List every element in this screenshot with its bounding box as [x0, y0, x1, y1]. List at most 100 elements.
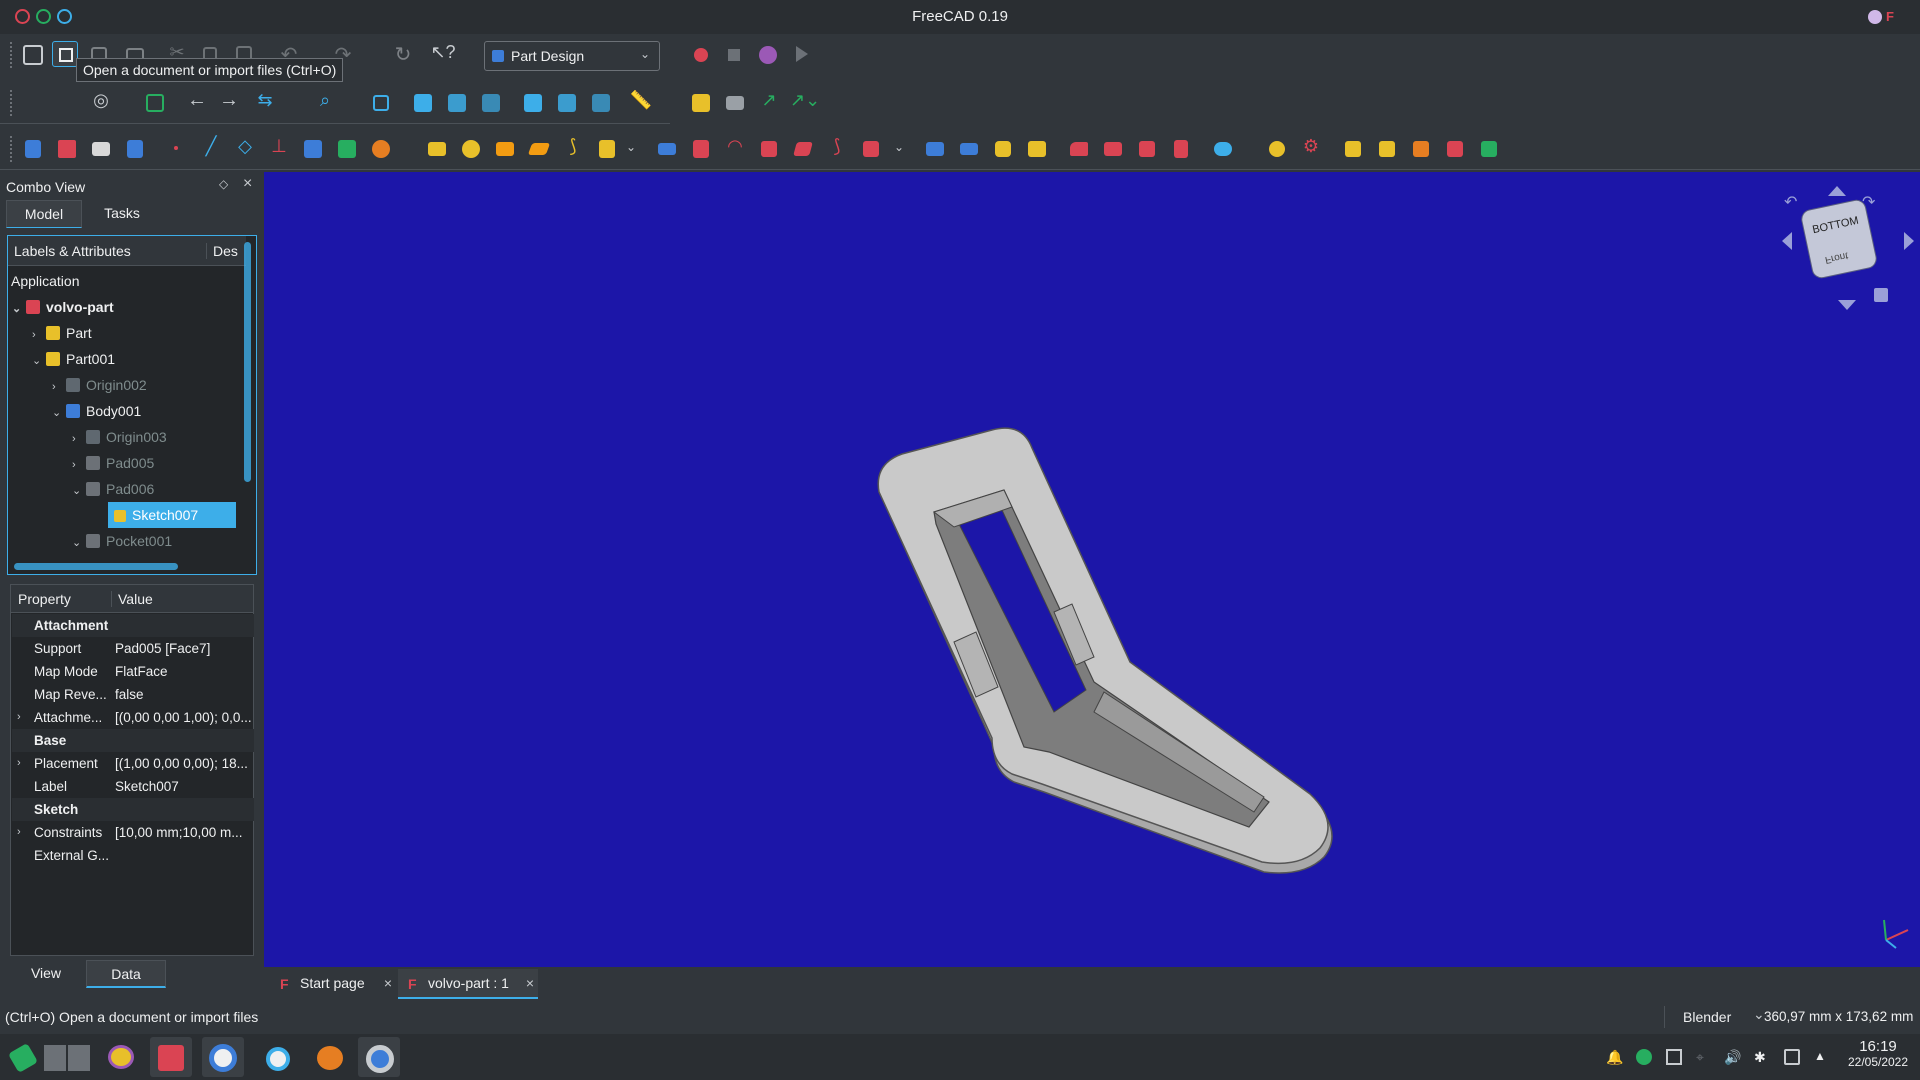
datum-plane-icon[interactable]: ◇ [232, 136, 258, 162]
subshape-binder-icon[interactable] [338, 140, 356, 158]
measure-icon[interactable]: 📏 [628, 90, 654, 116]
chevron-down-icon[interactable]: ⌄ [626, 140, 636, 154]
navigation-style-selector[interactable]: Blender ⌄ [1664, 1006, 1768, 1028]
chevron-down-icon[interactable]: ⌄ [32, 348, 46, 374]
bluetooth-icon[interactable]: ✱ [1754, 1049, 1770, 1065]
property-row-attachment-offset[interactable]: › Attachme... [(0,00 0,00 1,00); 0,0... [12, 706, 254, 729]
show-hidden-icons[interactable]: ▲ [1814, 1049, 1830, 1065]
rear-view-icon[interactable] [524, 94, 542, 112]
draft-icon[interactable] [1139, 141, 1155, 157]
chevron-right-icon[interactable]: › [72, 426, 86, 452]
property-header-name[interactable]: Property [18, 591, 71, 607]
subtractive-pipe-icon[interactable] [793, 142, 813, 156]
link-actions-icon[interactable]: ↗⌄ [790, 90, 820, 116]
shaft-wizard-icon[interactable] [1345, 141, 1361, 157]
sprocket-icon[interactable] [1269, 141, 1285, 157]
clipboard-icon[interactable] [1666, 1049, 1682, 1065]
tab-view[interactable]: View [6, 960, 86, 988]
tab-volvo-part[interactable]: F volvo-part : 1 × [398, 969, 538, 999]
notifications-icon[interactable]: 🔔 [1606, 1049, 1623, 1065]
tree-item-pad005[interactable]: › Pad005 [72, 450, 154, 476]
nav-right-arrow-icon[interactable] [1904, 232, 1914, 250]
property-value[interactable]: FlatFace [115, 660, 255, 683]
property-row-map-mode[interactable]: Map Mode FlatFace [12, 660, 254, 683]
thickness-icon[interactable] [1174, 140, 1188, 158]
property-row-constraints[interactable]: › Constraints [10,00 mm;10,00 m... [12, 821, 254, 844]
property-row-support[interactable]: Support Pad005 [Face7] [12, 637, 254, 660]
groove-icon[interactable]: ◠ [722, 136, 748, 162]
tree-item-origin002[interactable]: › Origin002 [52, 372, 147, 398]
clock[interactable]: 16:19 22/05/2022 [1838, 1038, 1918, 1069]
fem-fixed-icon[interactable] [1481, 141, 1497, 157]
linear-pattern-icon[interactable] [960, 143, 978, 155]
property-value[interactable]: [(1,00 0,00 0,00); 18... [115, 752, 255, 775]
chevron-down-icon[interactable]: ⌄ [52, 400, 66, 426]
fem-constraint-icon[interactable] [1379, 141, 1395, 157]
chevron-right-icon[interactable]: › [32, 322, 46, 348]
fem-bearing-icon[interactable] [1447, 141, 1463, 157]
left-view-icon[interactable] [592, 94, 610, 112]
tree-horizontal-scrollbar[interactable] [14, 563, 178, 570]
link-icon[interactable]: ↗ [756, 90, 782, 116]
isometric-view-icon[interactable] [373, 95, 389, 111]
tree-item-pad006[interactable]: ⌄ Pad006 [72, 476, 154, 502]
datum-line-icon[interactable]: ╱ [198, 136, 224, 162]
tab-model[interactable]: Model [6, 200, 82, 228]
tree-header-labels[interactable]: Labels & Attributes [14, 243, 131, 259]
chevron-right-icon[interactable]: › [17, 821, 21, 844]
chevron-right-icon[interactable]: › [52, 374, 66, 400]
refresh-icon[interactable]: ↻ [390, 42, 416, 68]
navigation-cube[interactable]: ↶ ↷ BOTTOM Front [1784, 186, 1894, 282]
chevron-down-icon[interactable]: ⌄ [12, 296, 26, 322]
multi-transform-icon[interactable] [1028, 141, 1046, 157]
select-filter-icon[interactable] [146, 94, 164, 112]
tree-vertical-scrollbar[interactable] [244, 242, 251, 482]
float-panel-icon[interactable]: ◇ [219, 177, 228, 191]
involute-gear-icon[interactable]: ⚙ [1298, 136, 1324, 162]
stop-macro-icon[interactable] [728, 49, 740, 61]
std-views-icon[interactable]: ◎ [88, 90, 114, 116]
updates-icon[interactable] [1636, 1049, 1652, 1065]
top-view-icon[interactable] [448, 94, 466, 112]
network-icon[interactable] [1784, 1049, 1800, 1065]
close-tab-icon[interactable]: × [526, 969, 534, 997]
chevron-down-icon[interactable]: ⌄ [894, 140, 904, 154]
create-sketch-icon[interactable] [58, 140, 76, 158]
pager-icon[interactable] [42, 1037, 90, 1077]
execute-macro-icon[interactable] [796, 46, 808, 62]
location-icon[interactable]: ⌖ [1696, 1049, 1712, 1065]
create-group-icon[interactable] [726, 96, 744, 110]
fem-force-icon[interactable] [1413, 141, 1429, 157]
tree-item-body001[interactable]: ⌄ Body001 [52, 398, 141, 424]
datum-point-icon[interactable] [174, 146, 178, 150]
additive-pipe-icon[interactable] [527, 143, 551, 155]
blender-task-icon[interactable] [308, 1037, 350, 1077]
bottom-view-icon[interactable] [558, 94, 576, 112]
rotate-left-icon[interactable]: ↶ [1784, 192, 1797, 212]
property-value[interactable]: Sketch007 [115, 775, 255, 798]
pad-icon[interactable] [428, 142, 446, 156]
property-category-attachment[interactable]: Attachment [12, 614, 254, 637]
tree-item-sketch007[interactable]: Sketch007 [108, 502, 236, 528]
nav-up-arrow-icon[interactable] [1828, 186, 1846, 196]
subtractive-primitive-icon[interactable] [863, 141, 879, 157]
tree-item-volvo-part[interactable]: ⌄ volvo-part [12, 294, 114, 320]
subtractive-loft-icon[interactable] [761, 141, 777, 157]
tree-item-part001[interactable]: ⌄ Part001 [32, 346, 115, 372]
chevron-right-icon[interactable]: › [17, 706, 21, 729]
create-part-icon[interactable] [692, 94, 710, 112]
close-tab-icon[interactable]: × [384, 969, 392, 997]
nav-left-arrow-icon[interactable] [1782, 232, 1792, 250]
property-row-placement[interactable]: › Placement [(1,00 0,00 0,00); 18... [12, 752, 254, 775]
workbench-selector[interactable]: Part Design ⌄ [484, 41, 660, 71]
property-row-label[interactable]: Label Sketch007 [12, 775, 254, 798]
3d-viewport[interactable]: ↶ ↷ BOTTOM Front [264, 172, 1920, 967]
browser-task-icon[interactable] [256, 1037, 298, 1077]
nav-cube-menu-icon[interactable] [1874, 288, 1888, 302]
chrome-task-icon[interactable] [358, 1037, 400, 1077]
whats-this-icon[interactable]: ↖? [430, 42, 456, 68]
front-view-icon[interactable] [414, 94, 432, 112]
tree-item-pocket001[interactable]: ⌄ Pocket001 [72, 528, 172, 554]
chevron-down-icon[interactable]: ⌄ [72, 478, 86, 504]
property-row-map-reversed[interactable]: Map Reve... false [12, 683, 254, 706]
